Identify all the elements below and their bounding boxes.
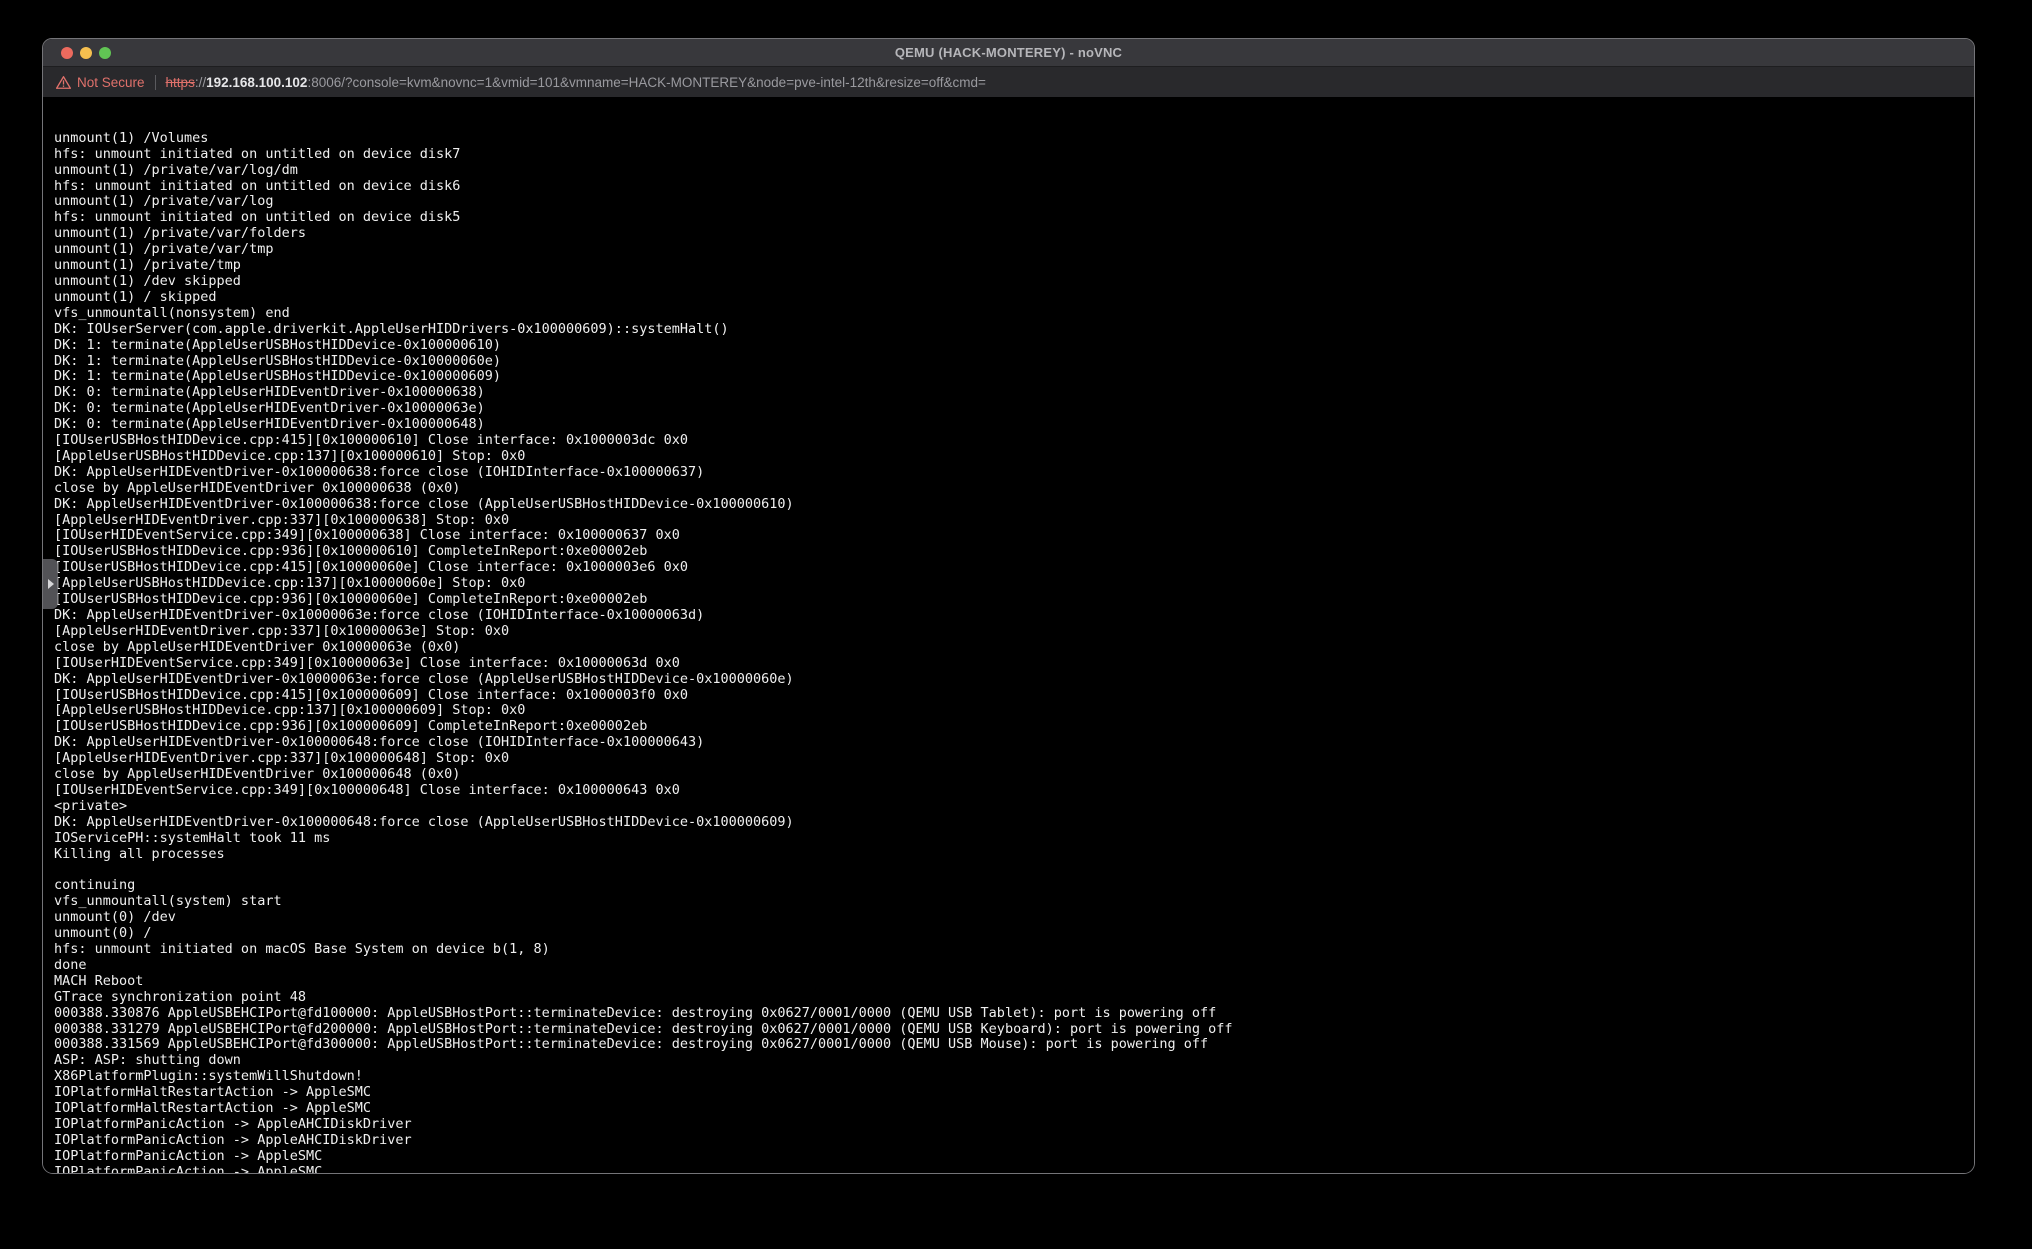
chevron-right-icon bbox=[48, 579, 54, 589]
console-line: GTrace synchronization point 48 bbox=[54, 990, 1974, 1006]
console-line: hfs: unmount initiated on untitled on de… bbox=[54, 147, 1974, 163]
console-line: ASP: ASP: shutting down bbox=[54, 1053, 1974, 1069]
console-line: IOPlatformPanicAction -> AppleAHCIDiskDr… bbox=[54, 1133, 1974, 1149]
console-line: [IOUserUSBHostHIDDevice.cpp:936][0x10000… bbox=[54, 544, 1974, 560]
console-line: [IOUserUSBHostHIDDevice.cpp:936][0x10000… bbox=[54, 592, 1974, 608]
console-line: [AppleUserHIDEventDriver.cpp:337][0x1000… bbox=[54, 624, 1974, 640]
url-separator: :// bbox=[195, 75, 206, 90]
console-line: [IOUserHIDEventService.cpp:349][0x100000… bbox=[54, 656, 1974, 672]
console-line: [IOUserUSBHostHIDDevice.cpp:415][0x10000… bbox=[54, 433, 1974, 449]
console-line: close by AppleUserHIDEventDriver 0x10000… bbox=[54, 481, 1974, 497]
console-line: vfs_unmountall(nonsystem) end bbox=[54, 306, 1974, 322]
url-scheme: https bbox=[166, 75, 195, 90]
console-line: [AppleUserHIDEventDriver.cpp:337][0x1000… bbox=[54, 513, 1974, 529]
console-line: unmount(1) / skipped bbox=[54, 290, 1974, 306]
console-line: [IOUserUSBHostHIDDevice.cpp:415][0x10000… bbox=[54, 688, 1974, 704]
console-line: 000388.330876 AppleUSBEHCIPort@fd100000:… bbox=[54, 1006, 1974, 1022]
console-line: DK: AppleUserHIDEventDriver-0x10000063e:… bbox=[54, 672, 1974, 688]
console-line: MACH Reboot bbox=[54, 974, 1974, 990]
console-line: DK: 1: terminate(AppleUserUSBHostHIDDevi… bbox=[54, 354, 1974, 370]
console-line: unmount(1) /private/var/log/dm bbox=[54, 163, 1974, 179]
novnc-control-bar-handle[interactable] bbox=[43, 559, 58, 609]
traffic-lights bbox=[61, 39, 111, 66]
console-output: unmount(1) /Volumeshfs: unmount initiate… bbox=[54, 131, 1974, 1173]
console-line: hfs: unmount initiated on untitled on de… bbox=[54, 179, 1974, 195]
console-line: IOPlatformPanicAction -> AppleAHCIDiskDr… bbox=[54, 1117, 1974, 1133]
console-line: DK: 0: terminate(AppleUserHIDEventDriver… bbox=[54, 417, 1974, 433]
console-line: DK: 0: terminate(AppleUserHIDEventDriver… bbox=[54, 385, 1974, 401]
console-line: close by AppleUserHIDEventDriver 0x10000… bbox=[54, 640, 1974, 656]
url-field[interactable]: https://192.168.100.102:8006/?console=kv… bbox=[166, 75, 986, 90]
console-line: unmount(0) /dev bbox=[54, 910, 1974, 926]
zoom-window-button[interactable] bbox=[99, 47, 111, 59]
title-bar: QEMU (HACK-MONTEREY) - noVNC bbox=[43, 39, 1974, 67]
console-line bbox=[54, 863, 1974, 879]
console-line: DK: AppleUserHIDEventDriver-0x100000648:… bbox=[54, 735, 1974, 751]
console-line: [IOUserUSBHostHIDDevice.cpp:415][0x10000… bbox=[54, 560, 1974, 576]
console-line: unmount(1) /private/var/folders bbox=[54, 226, 1974, 242]
console-line: DK: 1: terminate(AppleUserUSBHostHIDDevi… bbox=[54, 369, 1974, 385]
console-line: DK: AppleUserHIDEventDriver-0x10000063e:… bbox=[54, 608, 1974, 624]
console-line: [IOUserUSBHostHIDDevice.cpp:936][0x10000… bbox=[54, 719, 1974, 735]
console-line: 000388.331279 AppleUSBEHCIPort@fd200000:… bbox=[54, 1022, 1974, 1038]
console-line: unmount(1) /Volumes bbox=[54, 131, 1974, 147]
not-secure-label[interactable]: Not Secure bbox=[77, 75, 145, 90]
console-line: hfs: unmount initiated on untitled on de… bbox=[54, 210, 1974, 226]
console-line: [AppleUserUSBHostHIDDevice.cpp:137][0x10… bbox=[54, 576, 1974, 592]
console-line: unmount(1) /private/var/tmp bbox=[54, 242, 1974, 258]
warning-triangle-icon bbox=[56, 76, 71, 89]
console-line: close by AppleUserHIDEventDriver 0x10000… bbox=[54, 767, 1974, 783]
address-bar-divider bbox=[155, 75, 156, 90]
console-line: DK: IOUserServer(com.apple.driverkit.App… bbox=[54, 322, 1974, 338]
console-line: DK: AppleUserHIDEventDriver-0x100000638:… bbox=[54, 497, 1974, 513]
console-line: unmount(1) /private/tmp bbox=[54, 258, 1974, 274]
console-line: IOPlatformHaltRestartAction -> AppleSMC bbox=[54, 1101, 1974, 1117]
console-line: [IOUserHIDEventService.cpp:349][0x100000… bbox=[54, 783, 1974, 799]
console-line: done bbox=[54, 958, 1974, 974]
vnc-console-canvas[interactable]: unmount(1) /Volumeshfs: unmount initiate… bbox=[43, 97, 1974, 1173]
url-host: 192.168.100.102 bbox=[206, 75, 307, 90]
console-line: IOPlatformPanicAction -> AppleSMC bbox=[54, 1165, 1974, 1173]
console-line: IOServicePH::systemHalt took 11 ms bbox=[54, 831, 1974, 847]
browser-window: QEMU (HACK-MONTEREY) - noVNC Not Secure … bbox=[42, 38, 1975, 1174]
console-line: [AppleUserUSBHostHIDDevice.cpp:137][0x10… bbox=[54, 703, 1974, 719]
console-line: [AppleUserUSBHostHIDDevice.cpp:137][0x10… bbox=[54, 449, 1974, 465]
console-line: DK: AppleUserHIDEventDriver-0x100000648:… bbox=[54, 815, 1974, 831]
minimize-window-button[interactable] bbox=[80, 47, 92, 59]
url-query: :8006/?console=kvm&novnc=1&vmid=101&vmna… bbox=[307, 75, 985, 90]
console-line: [AppleUserHIDEventDriver.cpp:337][0x1000… bbox=[54, 751, 1974, 767]
console-line: <private> bbox=[54, 799, 1974, 815]
console-line: vfs_unmountall(system) start bbox=[54, 894, 1974, 910]
address-bar[interactable]: Not Secure https://192.168.100.102:8006/… bbox=[43, 67, 1974, 97]
console-line: DK: AppleUserHIDEventDriver-0x100000638:… bbox=[54, 465, 1974, 481]
console-line: Killing all processes bbox=[54, 847, 1974, 863]
console-line: [IOUserHIDEventService.cpp:349][0x100000… bbox=[54, 528, 1974, 544]
console-line: DK: 1: terminate(AppleUserUSBHostHIDDevi… bbox=[54, 338, 1974, 354]
window-title: QEMU (HACK-MONTEREY) - noVNC bbox=[895, 45, 1122, 60]
console-line: unmount(0) / bbox=[54, 926, 1974, 942]
console-line: hfs: unmount initiated on macOS Base Sys… bbox=[54, 942, 1974, 958]
console-line: continuing bbox=[54, 878, 1974, 894]
console-line: DK: 0: terminate(AppleUserHIDEventDriver… bbox=[54, 401, 1974, 417]
console-line: unmount(1) /dev skipped bbox=[54, 274, 1974, 290]
console-line: 000388.331569 AppleUSBEHCIPort@fd300000:… bbox=[54, 1037, 1974, 1053]
console-line: IOPlatformHaltRestartAction -> AppleSMC bbox=[54, 1085, 1974, 1101]
console-line: IOPlatformPanicAction -> AppleSMC bbox=[54, 1149, 1974, 1165]
console-line: unmount(1) /private/var/log bbox=[54, 194, 1974, 210]
console-line: X86PlatformPlugin::systemWillShutdown! bbox=[54, 1069, 1974, 1085]
close-window-button[interactable] bbox=[61, 47, 73, 59]
